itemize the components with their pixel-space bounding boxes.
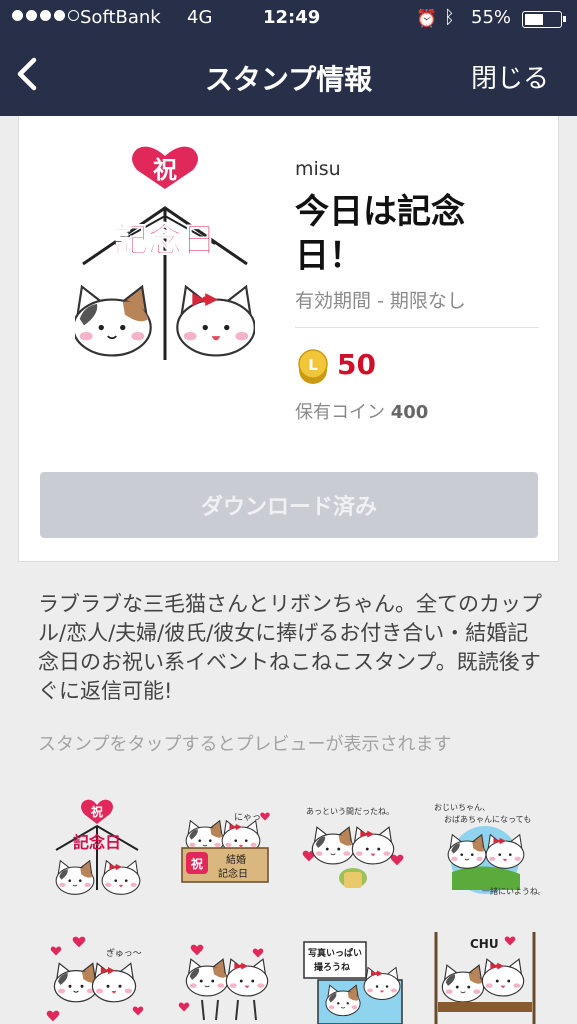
preview-hint: スタンプをタップするとプレビューが表示されます [38, 734, 452, 755]
svg-text:ぎゅっ〜: ぎゅっ〜 [106, 947, 142, 959]
validity-period: 有効期間 - 期限なし [295, 290, 466, 312]
signal-strength-icon [12, 10, 79, 21]
sticker-preview-item[interactable]: にゃっ 祝 結婚 記念日 [174, 790, 284, 900]
coin-icon: L [298, 349, 328, 384]
sticker-description: ラブラブな三毛猫さんとリボンちゃん。全てのカップル/恋人/夫婦/彼氏/彼女に捧げ… [38, 592, 542, 703]
svg-text:おじいちゃん、: おじいちゃん、 [434, 803, 490, 812]
sticker-preview-grid: 祝 記念日 にゃっ 祝 結婚 記念日 あっという間だったね。 おじいちゃん、 お… [40, 790, 550, 1024]
svg-text:L: L [308, 356, 318, 374]
svg-text:記念日: 記念日 [218, 867, 248, 880]
nav-bar: スタンプ情報 閉じる [0, 38, 577, 116]
alarm-icon: ⏰ [416, 9, 438, 29]
sticker-price: 50 [337, 348, 376, 381]
sticker-author[interactable]: misu [295, 158, 341, 180]
sticker-preview-item[interactable]: 写真いっぱい 撮ろうね [298, 920, 408, 1024]
battery-icon [522, 11, 566, 28]
svg-text:にゃっ: にゃっ [234, 812, 261, 823]
main-image-badge: 祝 [153, 155, 177, 184]
svg-text:祝: 祝 [191, 856, 203, 871]
svg-text:結婚: 結婚 [226, 853, 246, 866]
owned-coins: 保有コイン 400 [295, 402, 429, 423]
bluetooth-icon: ᛒ [444, 7, 455, 28]
sticker-preview-item[interactable]: あっという間だったね。 [298, 790, 408, 900]
status-time: 12:49 [263, 7, 321, 28]
battery-percent: 55% [471, 7, 512, 28]
svg-text:CHU: CHU [470, 937, 499, 951]
svg-text:記念日: 記念日 [73, 833, 121, 852]
divider [295, 327, 539, 328]
close-button[interactable]: 閉じる [471, 58, 549, 95]
sticker-preview-item[interactable]: CHU [430, 920, 540, 1024]
svg-text:祝: 祝 [91, 804, 103, 819]
download-button[interactable]: ダウンロード済み [40, 472, 538, 538]
svg-text:撮ろうね: 撮ろうね [314, 961, 350, 973]
sticker-main-image: 祝 記念日 [75, 146, 255, 360]
svg-text:おばあちゃんになっても: おばあちゃんになっても [444, 815, 531, 824]
carrier-name: SoftBank [80, 7, 161, 28]
sticker-preview-item[interactable]: 祝 記念日 [42, 790, 152, 900]
sticker-info-card: 祝 記念日 misu 今日は記念 日！ 有効期間 - 期限なし L 50 保有コ… [18, 116, 559, 562]
sticker-preview-item[interactable]: おじいちゃん、 おばあちゃんになっても 一緒にいようね。 [430, 790, 540, 900]
svg-text:写真いっぱい: 写真いっぱい [308, 947, 362, 959]
status-bar: SoftBank 4G 12:49 ⏰ ᛒ 55% [0, 0, 577, 38]
sticker-name: 今日は記念 日！ [295, 192, 465, 276]
main-image-title: 記念日 [114, 221, 216, 261]
sticker-preview-item[interactable] [174, 920, 284, 1024]
app-header: SoftBank 4G 12:49 ⏰ ᛒ 55% スタンプ情報 閉じる [0, 0, 577, 116]
svg-text:一緒にいようね。: 一緒にいようね。 [482, 886, 540, 896]
svg-text:あっという間だったね。: あっという間だったね。 [306, 807, 394, 816]
network-type: 4G [187, 7, 213, 28]
sticker-preview-item[interactable]: ぎゅっ〜 [42, 920, 152, 1024]
